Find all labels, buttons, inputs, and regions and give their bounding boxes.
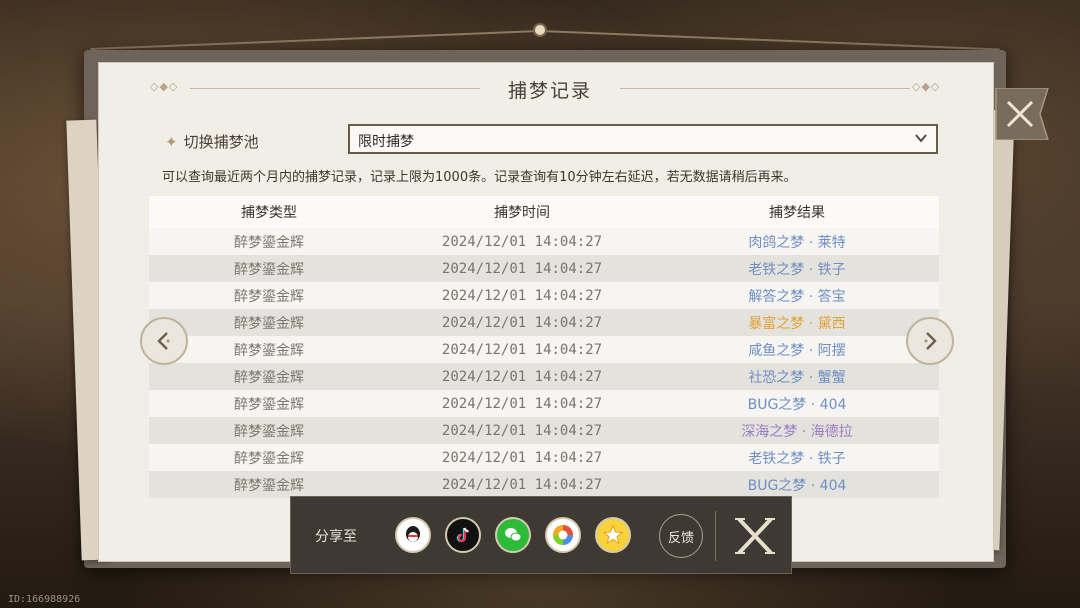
close-x-icon (995, 87, 1050, 141)
wechat-icon[interactable] (495, 517, 531, 553)
row-time: 2024/12/01 14:04:27 (441, 422, 603, 439)
table-header: 捕梦类型 捕梦时间 捕梦结果 (149, 196, 939, 228)
feedback-label: 反馈 (667, 530, 694, 546)
pin-icon (533, 23, 547, 37)
moments-icon[interactable] (545, 517, 581, 553)
sparkle-icon: ✦ (165, 133, 178, 151)
table-row: 醉梦鎏金辉 2024/12/01 14:04:27 老铁之梦 · 铁子 (149, 255, 939, 282)
row-result: 咸鱼之梦 · 阿摆 (748, 342, 846, 359)
chevron-down-icon (915, 134, 927, 143)
row-result: 深海之梦 · 海德拉 (741, 423, 853, 440)
table-row: 醉梦鎏金辉 2024/12/01 14:04:27 肉鸽之梦 · 莱特 (149, 228, 939, 255)
row-result: 暴富之梦 · 黛西 (748, 315, 846, 332)
pool-select-value: 限时捕梦 (358, 134, 414, 150)
share-divider (715, 511, 716, 561)
table-body[interactable]: 醉梦鎏金辉 2024/12/01 14:04:27 肉鸽之梦 · 莱特 醉梦鎏金辉 20… (149, 228, 939, 498)
row-time: 2024/12/01 14:04:27 (441, 368, 603, 385)
share-label: 分享至 (315, 529, 357, 545)
table-row: 醉梦鎏金辉 2024/12/01 14:04:27 老铁之梦 · 铁子 (149, 444, 939, 471)
row-type: 醉梦鎏金辉 (234, 288, 304, 305)
share-bar: 分享至 反馈 (290, 496, 792, 574)
qzone-icon[interactable] (595, 517, 631, 553)
row-type: 醉梦鎏金辉 (234, 261, 304, 278)
row-result: 老铁之梦 · 铁子 (748, 450, 846, 467)
tiktok-icon[interactable] (445, 517, 481, 553)
dialog-title: 捕梦记录 (507, 80, 592, 102)
row-time: 2024/12/01 14:04:27 (441, 233, 603, 250)
query-notice: 可以查询最近两个月内的捕梦记录，记录上限为1000条。记录查询有10分钟左右延迟… (162, 170, 797, 185)
table-row: 醉梦鎏金辉 2024/12/01 14:04:27 BUG之梦 · 404 (149, 390, 939, 417)
row-result: 社恐之梦 · 蟹蟹 (748, 369, 846, 386)
title-bar: ◇◆◇ 捕梦记录 ◇◆◇ (150, 72, 950, 104)
table-row: 醉梦鎏金辉 2024/12/01 14:04:27 咸鱼之梦 · 阿摆 (149, 336, 939, 363)
header-time: 捕梦时间 (494, 205, 550, 221)
pool-switcher: ✦ 切换捕梦池 限时捕梦 (165, 124, 940, 156)
row-time: 2024/12/01 14:04:27 (441, 449, 603, 466)
row-type: 醉梦鎏金辉 (234, 450, 304, 467)
header-result: 捕梦结果 (769, 205, 825, 221)
row-result: BUG之梦 · 404 (747, 477, 847, 494)
row-type: 醉梦鎏金辉 (234, 234, 304, 251)
row-time: 2024/12/01 14:04:27 (441, 341, 603, 358)
table-row: 醉梦鎏金辉 2024/12/01 14:04:27 解答之梦 · 答宝 (149, 282, 939, 309)
row-result: BUG之梦 · 404 (747, 396, 847, 413)
row-result: 肉鸽之梦 · 莱特 (748, 234, 846, 251)
pool-select[interactable]: 限时捕梦 (348, 124, 938, 154)
row-type: 醉梦鎏金辉 (234, 396, 304, 413)
row-result: 解答之梦 · 答宝 (748, 288, 846, 305)
row-time: 2024/12/01 14:04:27 (441, 260, 603, 277)
ornament-right-icon: ◇◆◇ (912, 80, 941, 93)
row-time: 2024/12/01 14:04:27 (441, 476, 603, 493)
row-time: 2024/12/01 14:04:27 (441, 314, 603, 331)
record-table: 捕梦类型 捕梦时间 捕梦结果 醉梦鎏金辉 2024/12/01 14:04:27 肉… (149, 196, 939, 498)
prev-page-button[interactable] (140, 317, 188, 365)
user-id-label: ID:166988926 (8, 594, 81, 605)
row-type: 醉梦鎏金辉 (234, 369, 304, 386)
table-row: 醉梦鎏金辉 2024/12/01 14:04:27 深海之梦 · 海德拉 (149, 417, 939, 444)
table-row: 醉梦鎏金辉 2024/12/01 14:04:27 社恐之梦 · 蟹蟹 (149, 363, 939, 390)
table-row: 醉梦鎏金辉 2024/12/01 14:04:27 BUG之梦 · 404 (149, 471, 939, 498)
row-type: 醉梦鎏金辉 (234, 477, 304, 494)
header-type: 捕梦类型 (241, 205, 297, 221)
table-row: 醉梦鎏金辉 2024/12/01 14:04:27 暴富之梦 · 黛西 (149, 309, 939, 336)
feedback-button[interactable]: 反馈 (659, 514, 703, 558)
corner-close-button[interactable] (992, 87, 1052, 141)
arrow-right-icon (924, 332, 937, 350)
pool-label: 切换捕梦池 (183, 133, 259, 151)
row-type: 醉梦鎏金辉 (234, 423, 304, 440)
close-icon (735, 517, 775, 555)
title-divider-right (620, 88, 910, 89)
next-page-button[interactable] (906, 317, 954, 365)
arrow-left-icon (157, 332, 170, 350)
share-close-button[interactable] (731, 511, 779, 561)
row-time: 2024/12/01 14:04:27 (441, 395, 603, 412)
row-result: 老铁之梦 · 铁子 (748, 261, 846, 278)
row-time: 2024/12/01 14:04:27 (441, 287, 603, 304)
qq-icon[interactable] (395, 517, 431, 553)
